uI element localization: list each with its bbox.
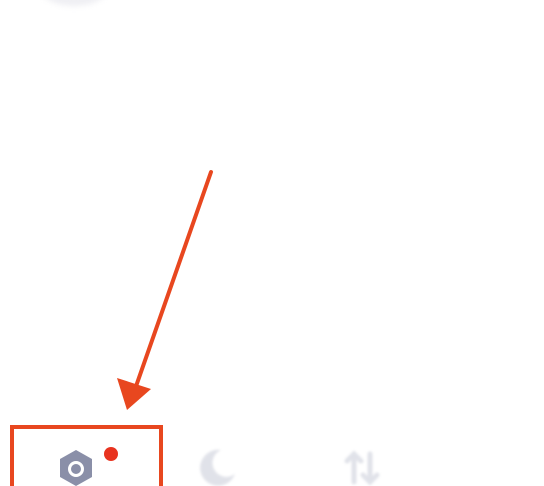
- sort-arrows-icon: [334, 440, 390, 486]
- tab-moon[interactable]: [188, 440, 244, 486]
- annotation-arrow: [117, 170, 213, 410]
- cropped-top-element: [40, 0, 108, 6]
- annotation-overlay: [0, 0, 544, 486]
- tab-camera[interactable]: [48, 440, 118, 486]
- moon-icon: [188, 440, 244, 486]
- camera-icon: [48, 440, 104, 486]
- tab-sort[interactable]: [334, 440, 390, 486]
- bottom-tab-bar: [0, 432, 544, 486]
- notification-badge: [104, 447, 118, 461]
- app-screen: [0, 0, 544, 486]
